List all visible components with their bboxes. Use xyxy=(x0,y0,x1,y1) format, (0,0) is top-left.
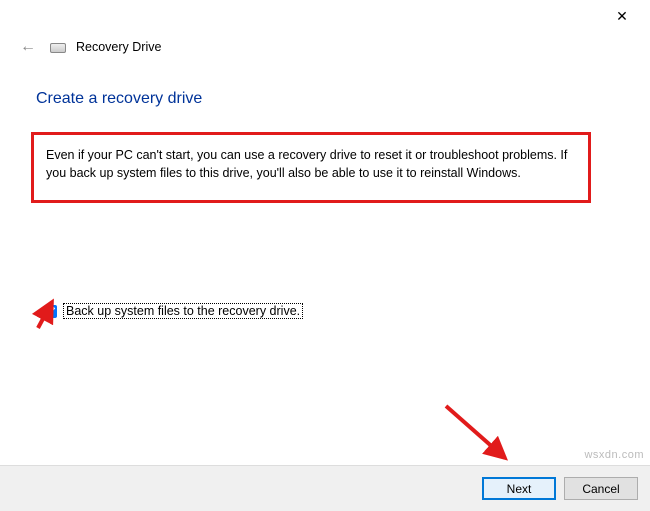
titlebar: ✕ xyxy=(0,0,650,32)
annotation-arrow-next xyxy=(440,400,520,470)
header-row: ← Recovery Drive xyxy=(0,32,650,58)
back-arrow-icon[interactable]: ← xyxy=(16,36,40,58)
cancel-button[interactable]: Cancel xyxy=(564,477,638,500)
info-text-highlight: Even if your PC can't start, you can use… xyxy=(31,132,591,203)
drive-icon xyxy=(50,43,66,53)
next-button[interactable]: Next xyxy=(482,477,556,500)
main-content: Create a recovery drive Even if your PC … xyxy=(0,58,650,319)
backup-checkbox-row[interactable]: Back up system files to the recovery dri… xyxy=(44,303,614,319)
header-title: Recovery Drive xyxy=(76,40,161,54)
backup-checkbox-label[interactable]: Back up system files to the recovery dri… xyxy=(63,303,303,319)
info-text: Even if your PC can't start, you can use… xyxy=(46,148,567,180)
page-title: Create a recovery drive xyxy=(36,90,614,108)
close-icon: ✕ xyxy=(616,8,628,25)
watermark: wsxdn.com xyxy=(584,449,644,461)
button-bar: Next Cancel xyxy=(0,465,650,511)
close-button[interactable]: ✕ xyxy=(602,2,642,30)
backup-checkbox[interactable] xyxy=(44,305,57,318)
